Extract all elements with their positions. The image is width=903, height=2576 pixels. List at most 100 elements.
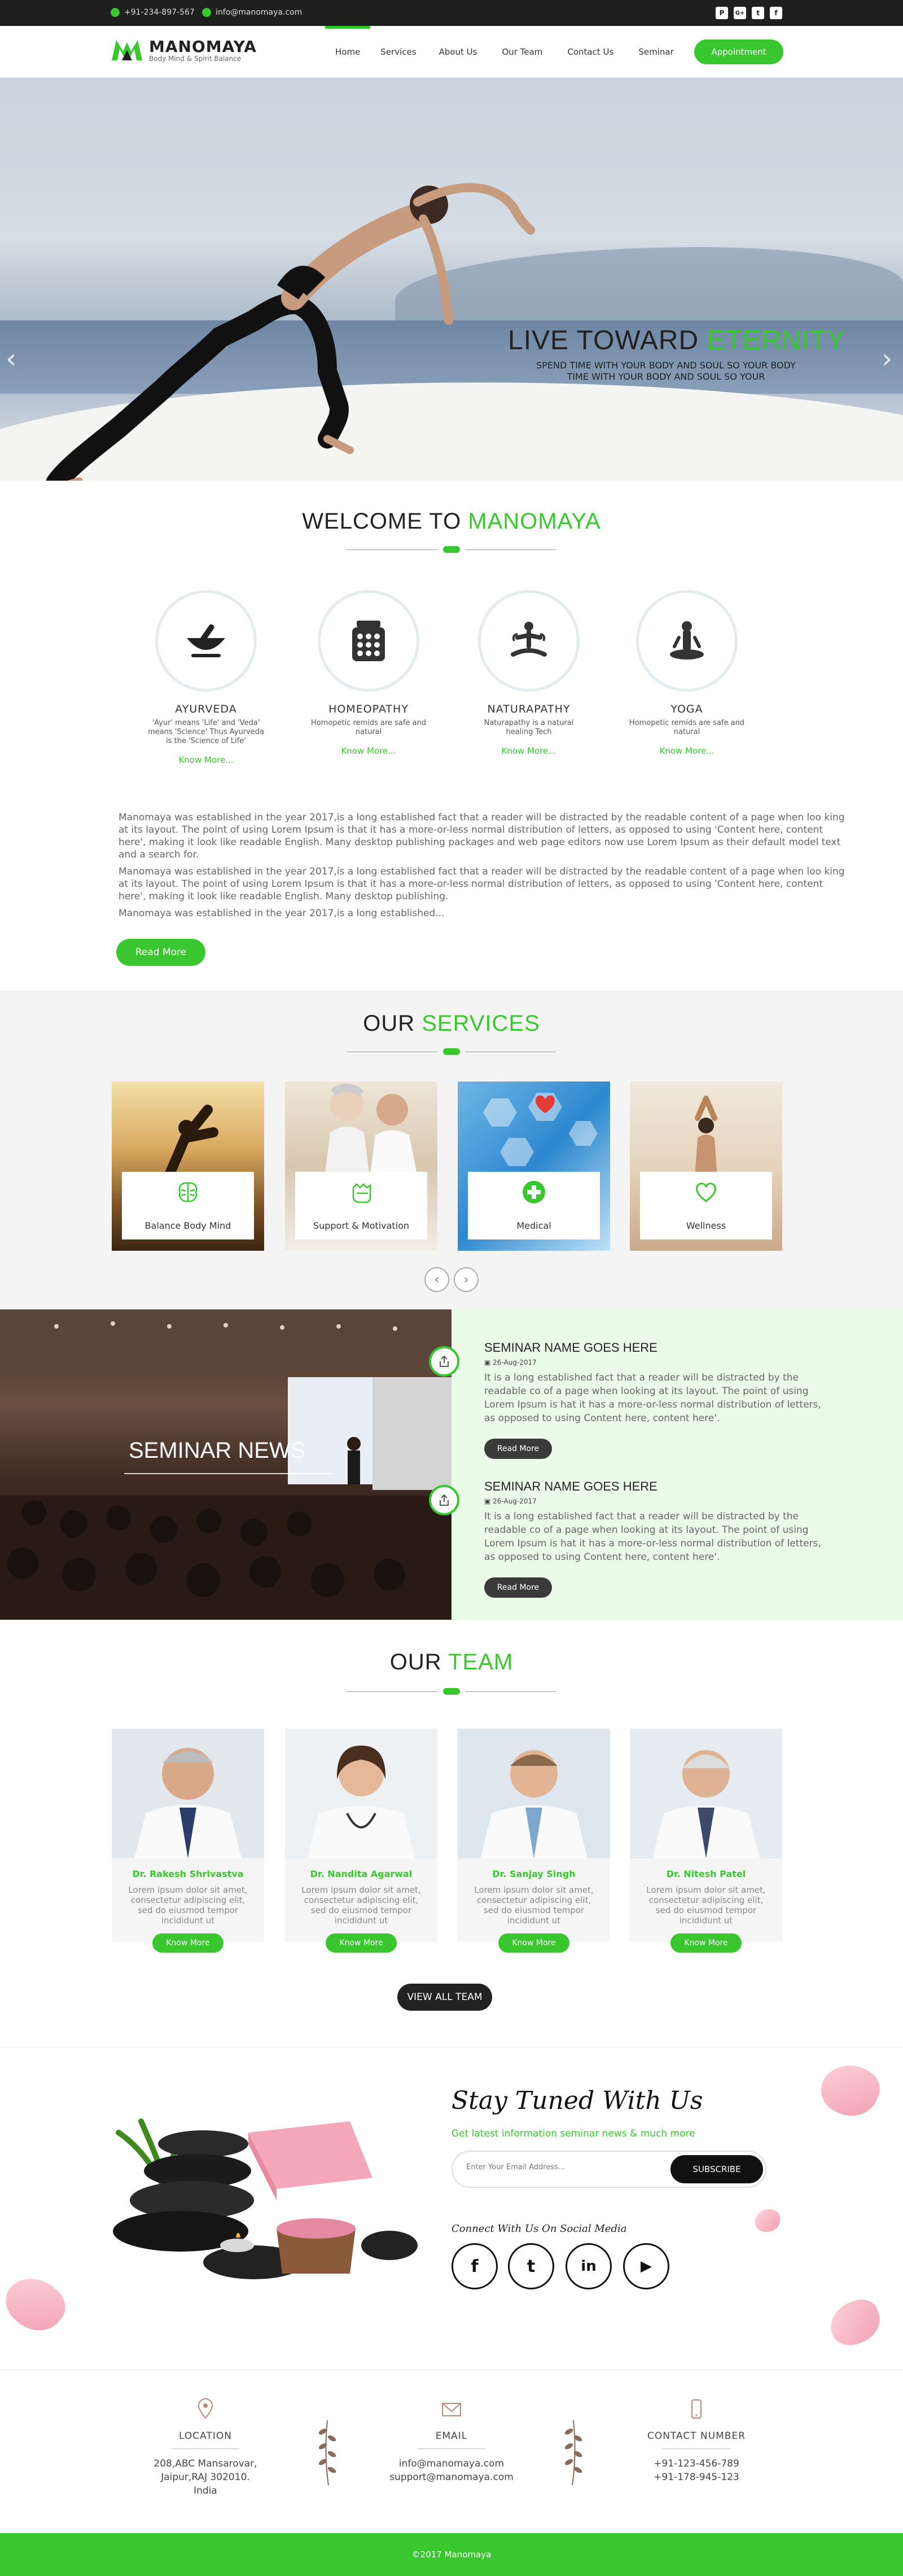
doctor-name[interactable]: Dr. Rakesh Shrivastva	[112, 1869, 264, 1879]
spa-stones-image	[113, 2118, 418, 2279]
contact-value[interactable]: +91-178-945-123	[612, 2471, 781, 2484]
service-card-label-box: Wellness	[640, 1172, 772, 1239]
contact-title: LOCATION	[179, 2430, 232, 2442]
leaf-icon	[443, 546, 460, 553]
services-next-button[interactable]: ›	[454, 1267, 479, 1292]
pinterest-icon[interactable]: P	[716, 7, 728, 19]
services-prev-button[interactable]: ‹	[424, 1267, 449, 1292]
feature-know-more-link[interactable]: Know More...	[628, 746, 746, 756]
nav-about-us[interactable]: About Us	[427, 26, 490, 78]
doctor-photo	[112, 1729, 264, 1858]
read-more-button[interactable]: Read More	[116, 939, 205, 966]
subscribe-button[interactable]: SUBSCRIBE	[670, 2155, 763, 2183]
main-nav: Home Services About Us Our Team Contact …	[325, 26, 686, 78]
services-title: OUR SERVICES	[0, 1011, 903, 1036]
know-more-button[interactable]: Know More	[326, 1933, 397, 1953]
mobile-phone-icon	[691, 2399, 702, 2419]
laurel-decoration-icon	[564, 2420, 582, 2486]
welcome-paragraph-1: Manomaya was established in the year 201…	[119, 812, 845, 860]
phone-number: +91-234-897-567	[124, 8, 195, 17]
leaf-icon	[443, 1048, 460, 1055]
hero-prev-icon[interactable]: ‹	[6, 343, 16, 375]
meditation-icon	[478, 590, 580, 692]
team-card: Dr. Nitesh Patel Lorem ipsum dolor sit a…	[630, 1729, 782, 1953]
medical-cross-icon	[523, 1181, 545, 1203]
team-title-b: TEAM	[448, 1650, 514, 1674]
seminar-audience-image	[0, 1309, 451, 1620]
service-card-wellness[interactable]: Wellness	[630, 1082, 782, 1251]
team-card: Dr. Sanjay Singh Lorem ipsum dolor sit a…	[458, 1729, 610, 1953]
services-divider	[347, 1048, 556, 1055]
feature-name: HOMEOPATHY	[328, 703, 409, 715]
contact-value[interactable]: info@manomaya.com	[367, 2457, 536, 2471]
team-divider	[347, 1688, 556, 1695]
nav-seminar[interactable]: Seminar	[626, 26, 686, 78]
contact-value[interactable]: +91-123-456-789	[612, 2457, 781, 2471]
doctor-name[interactable]: Dr. Nitesh Patel	[630, 1869, 782, 1879]
pill-jar-icon	[318, 590, 419, 692]
hero-sub-2: TIME WITH YOUR BODY AND SOUL SO YOUR	[567, 371, 765, 382]
seminar-read-more-button[interactable]: Read More	[484, 1439, 552, 1459]
feature-ayurveda: AYURVEDA 'Ayur' means 'Life' and 'Veda' …	[147, 590, 265, 765]
appointment-button[interactable]: Appointment	[694, 39, 783, 64]
heart-icon	[696, 1183, 716, 1202]
seminar-text: It is a long established fact that a rea…	[484, 1372, 821, 1424]
services-title-b: SERVICES	[422, 1011, 540, 1036]
share-icon[interactable]	[429, 1346, 459, 1377]
youtube-icon[interactable]: ▶	[623, 2243, 669, 2289]
feature-desc: Naturapathy is a natural healing Tech	[484, 719, 574, 736]
nav-our-team[interactable]: Our Team	[489, 26, 555, 78]
feature-know-more-link[interactable]: Know More...	[147, 755, 265, 765]
newsletter-title: Stay Tuned With Us	[451, 2086, 703, 2115]
feature-yoga: YOGA Homopetic remids are safe and natur…	[628, 590, 746, 756]
welcome-paragraph-3: Manomaya was established in the year 201…	[119, 908, 445, 919]
email-address[interactable]: info@manomaya.com	[216, 8, 302, 17]
mail-icon	[202, 8, 211, 17]
hero-title: LIVE TOWARD ETERNITY	[508, 325, 845, 356]
welcome-title-a: WELCOME TO	[302, 509, 468, 534]
service-label: Balance Body Mind	[144, 1220, 231, 1231]
seminar-read-more-button[interactable]: Read More	[484, 1577, 552, 1598]
top-bar: +91-234-897-567 info@manomaya.com P G+ t…	[0, 0, 903, 26]
feature-desc: 'Ayur' means 'Life' and 'Veda' means 'Sc…	[148, 719, 264, 745]
know-more-button[interactable]: Know More	[498, 1933, 569, 1953]
know-more-button[interactable]: Know More	[152, 1933, 223, 1953]
hero-sub-1: SPEND TIME WITH YOUR BODY AND SOUL SO YO…	[536, 360, 796, 371]
hero-next-icon[interactable]: ›	[882, 343, 892, 375]
doctor-name[interactable]: Dr. Nandita Agarwal	[285, 1869, 437, 1879]
contact-value[interactable]: support@manomaya.com	[367, 2471, 536, 2484]
view-all-team-button[interactable]: VIEW ALL TEAM	[397, 1984, 492, 2011]
envelope-icon	[442, 2403, 461, 2416]
yoga-woman-image	[695, 1096, 717, 1177]
seminar-title[interactable]: SEMINAR NAME GOES HERE	[484, 1340, 657, 1355]
service-card-support[interactable]: Support & Motivation	[285, 1082, 437, 1251]
know-more-button[interactable]: Know More	[670, 1933, 742, 1953]
feature-know-more-link[interactable]: Know More...	[470, 746, 588, 756]
google-plus-icon[interactable]: G+	[734, 7, 746, 19]
feature-know-more-link[interactable]: Know More...	[309, 746, 428, 756]
yoga-pose-icon	[636, 590, 738, 692]
service-card-medical[interactable]: Medical	[458, 1082, 610, 1251]
twitter-icon[interactable]: t	[508, 2243, 554, 2289]
hero-title-a: LIVE TOWARD	[508, 326, 707, 355]
email-input[interactable]	[466, 2163, 635, 2171]
doctor-bio: Lorem ipsum dolor sit amet, consectetur …	[301, 1885, 421, 1926]
seminar-date-text: 26-Aug-2017	[493, 1359, 537, 1366]
seminar-list	[451, 1309, 903, 1620]
nav-services[interactable]: Services	[370, 26, 426, 78]
doctor-name[interactable]: Dr. Sanjay Singh	[458, 1869, 610, 1879]
nav-home[interactable]: Home	[325, 26, 371, 78]
seminar-title[interactable]: SEMINAR NAME GOES HERE	[484, 1479, 657, 1494]
twitter-icon[interactable]: t	[752, 7, 764, 19]
logo[interactable]: MANOMAYA Body Mind & Spirit Balance	[111, 37, 257, 63]
services-title-a: OUR	[363, 1011, 422, 1036]
share-icon[interactable]	[429, 1485, 459, 1515]
email-info[interactable]: info@manomaya.com	[202, 8, 302, 17]
contact-email: EMAIL info@manomaya.com support@manomaya…	[367, 2398, 536, 2484]
facebook-icon[interactable]: f	[770, 7, 782, 19]
facebook-icon[interactable]: f	[451, 2243, 498, 2289]
nav-contact-us[interactable]: Contact Us	[555, 26, 626, 78]
welcome-title: WELCOME TO MANOMAYA	[0, 509, 903, 534]
linkedin-icon[interactable]: in	[566, 2243, 612, 2289]
service-card-balance[interactable]: Balance Body Mind	[112, 1082, 264, 1251]
